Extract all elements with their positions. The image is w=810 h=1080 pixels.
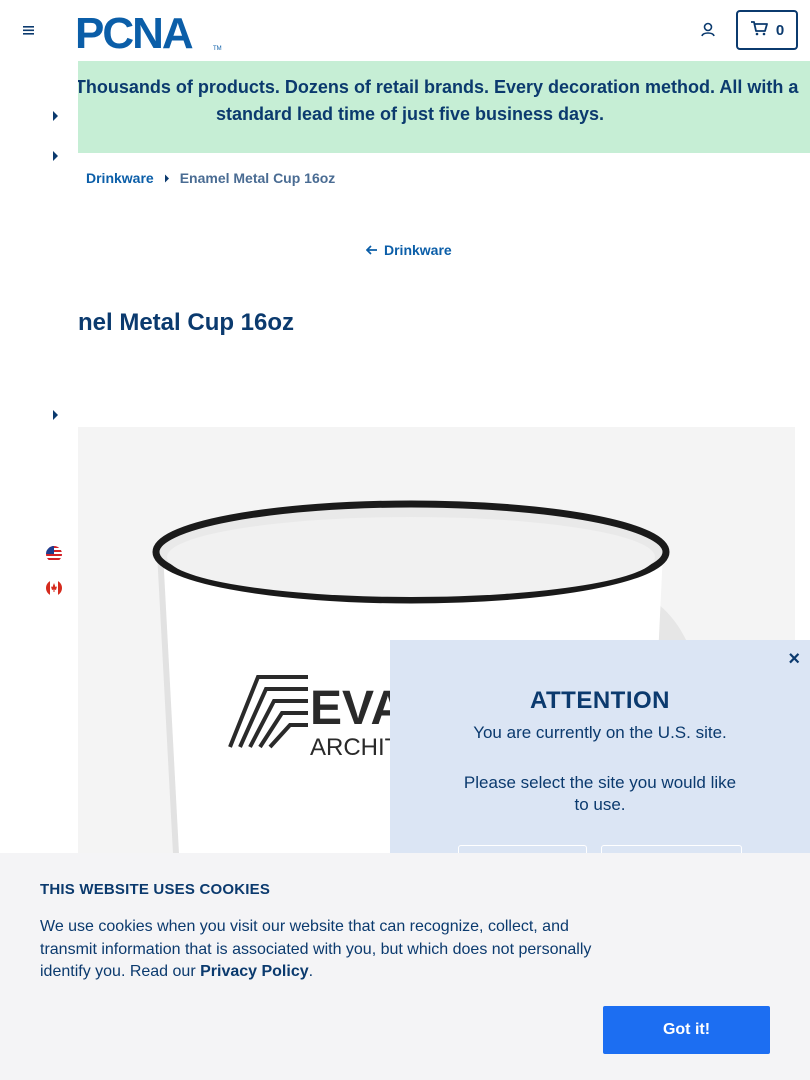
back-link-label: Drinkware (384, 242, 452, 258)
hamburger-menu-icon[interactable] (18, 21, 38, 39)
modal-select-site-text: Please select the site you would like to… (463, 773, 737, 814)
cookie-period: . (308, 963, 314, 980)
cookie-banner: THIS WEBSITE USES COOKIES We use cookies… (0, 853, 810, 1080)
cart-button[interactable]: 0 (736, 10, 798, 50)
caret-right-icon[interactable] (52, 407, 60, 420)
cart-icon (750, 20, 768, 41)
logo-text: PCNA (75, 10, 193, 52)
got-it-button[interactable]: Got it! (603, 1006, 770, 1054)
arrow-left-icon (365, 242, 378, 258)
privacy-policy-link[interactable]: Privacy Policy (200, 963, 309, 980)
site-header: PCNA TM 0 (0, 0, 810, 61)
us-flag-icon[interactable] (46, 546, 62, 562)
canada-flag-icon[interactable] (46, 580, 62, 596)
back-to-category-link[interactable]: Drinkware (365, 242, 452, 258)
promo-text: Wait? Thousands of products. Dozens of r… (21, 77, 799, 124)
promo-banner: Wait? Thousands of products. Dozens of r… (0, 61, 810, 153)
caret-right-icon (164, 170, 170, 186)
account-icon[interactable] (697, 19, 719, 41)
site-selector-modal: × ATTENTION You are currently on the U.S… (390, 640, 810, 885)
breadcrumb-current: Enamel Metal Cup 16oz (179, 170, 336, 186)
cookie-body: We use cookies when you visit our websit… (40, 916, 610, 984)
modal-current-site-text: You are currently on the U.S. site. (473, 723, 727, 742)
close-icon[interactable]: × (788, 648, 800, 671)
modal-title: ATTENTION (529, 687, 671, 714)
caret-right-icon[interactable] (52, 148, 60, 161)
cookie-text: We use cookies when you visit our websit… (40, 918, 592, 980)
breadcrumb: Drinkware Enamel Metal Cup 16oz (86, 170, 335, 186)
caret-right-icon[interactable] (52, 108, 60, 121)
svg-text:TM: TM (213, 46, 222, 52)
pcna-logo[interactable]: PCNA TM (75, 9, 225, 58)
product-title: nel Metal Cup 16oz (78, 309, 295, 336)
cookie-title: THIS WEBSITE USES COOKIES (40, 881, 271, 898)
breadcrumb-link-drinkware[interactable]: Drinkware (86, 170, 154, 186)
cart-count: 0 (775, 21, 785, 39)
